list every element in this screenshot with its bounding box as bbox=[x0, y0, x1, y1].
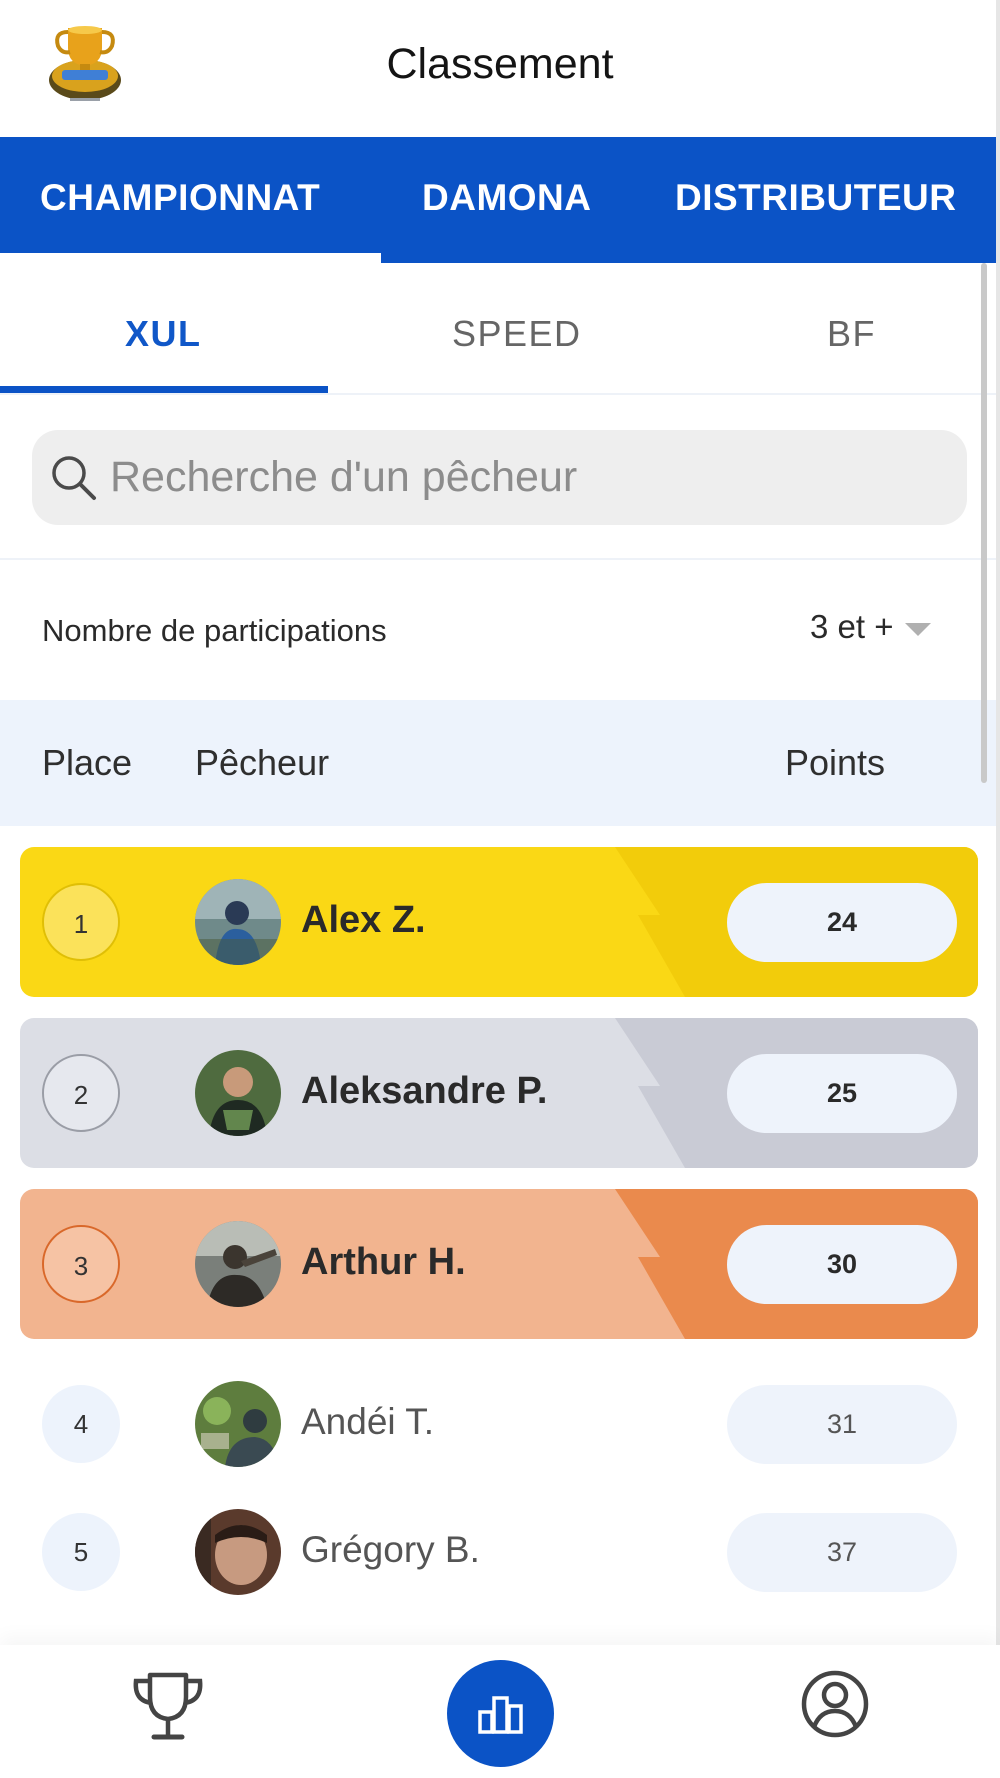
search-section bbox=[0, 395, 1000, 560]
page-title: Classement bbox=[386, 40, 614, 88]
tab-championnat[interactable]: CHAMPIONNAT bbox=[40, 177, 320, 219]
app-header: Classement bbox=[0, 0, 1000, 137]
leaderboard-button[interactable] bbox=[447, 1660, 554, 1767]
leaderboard-icon bbox=[478, 1696, 523, 1734]
column-points: Points bbox=[785, 742, 886, 783]
points-pill: 25 bbox=[727, 1054, 957, 1133]
points-pill: 31 bbox=[727, 1385, 957, 1464]
points-pill: 30 bbox=[727, 1225, 957, 1304]
avatar bbox=[195, 1221, 281, 1307]
tab-distributeur[interactable]: DISTRIBUTEUR bbox=[675, 177, 956, 219]
search-icon bbox=[52, 456, 96, 500]
column-place: Place bbox=[42, 742, 133, 783]
profile-icon[interactable] bbox=[800, 1667, 870, 1742]
participation-select[interactable]: 3 et + bbox=[810, 608, 932, 646]
angler-name: Andéi T. bbox=[301, 1401, 435, 1442]
top-tab-bar: CHAMPIONNAT DAMONA DISTRIBUTEUR bbox=[0, 137, 1000, 263]
points-pill: 37 bbox=[727, 1513, 957, 1592]
bottom-navigation bbox=[0, 1645, 1000, 1778]
angler-name: Grégory B. bbox=[301, 1529, 480, 1570]
tab-bf[interactable]: BF bbox=[827, 313, 876, 355]
sub-tab-bar: XUL SPEED BF bbox=[0, 263, 1000, 395]
place-badge: 3 bbox=[42, 1225, 120, 1303]
ranking-row-silver[interactable]: 2 Aleksandre P. 25 bbox=[20, 1018, 978, 1168]
divider bbox=[996, 0, 1000, 1778]
angler-name: Alex Z. bbox=[301, 899, 426, 941]
avatar bbox=[195, 879, 281, 965]
tab-xul[interactable]: XUL bbox=[125, 313, 202, 355]
column-angler: Pêcheur bbox=[195, 742, 330, 783]
avatar bbox=[195, 1050, 281, 1136]
active-tab-indicator bbox=[0, 253, 381, 263]
participation-filter: Nombre de participations 3 et + bbox=[0, 560, 1000, 700]
tab-speed[interactable]: SPEED bbox=[452, 313, 582, 355]
ranking-row[interactable]: 5 Grégory B. 37 bbox=[20, 1477, 978, 1627]
angler-name: Aleksandre P. bbox=[301, 1070, 548, 1112]
place-badge: 5 bbox=[42, 1513, 120, 1591]
chevron-down-icon bbox=[905, 622, 932, 636]
place-badge: 1 bbox=[42, 883, 120, 961]
filter-label: Nombre de participations bbox=[42, 613, 387, 648]
participation-select-value: 3 et + bbox=[810, 608, 894, 645]
active-subtab-indicator bbox=[0, 386, 328, 393]
avatar bbox=[195, 1381, 281, 1467]
ranking-row-bronze[interactable]: 3 Arthur H. 30 bbox=[20, 1189, 978, 1339]
points-pill: 24 bbox=[727, 883, 957, 962]
place-badge: 4 bbox=[42, 1385, 120, 1463]
tab-damona[interactable]: DAMONA bbox=[422, 177, 591, 219]
place-badge: 2 bbox=[42, 1054, 120, 1132]
table-header: Place Pêcheur Points bbox=[0, 700, 1000, 826]
search-input[interactable] bbox=[110, 440, 930, 515]
trophy-icon[interactable] bbox=[128, 1667, 208, 1747]
search-box[interactable] bbox=[32, 430, 967, 525]
ranking-row-gold[interactable]: 1 Alex Z. 24 bbox=[20, 847, 978, 997]
scrollbar[interactable] bbox=[981, 263, 987, 783]
avatar bbox=[195, 1509, 281, 1595]
angler-name: Arthur H. bbox=[301, 1241, 466, 1283]
